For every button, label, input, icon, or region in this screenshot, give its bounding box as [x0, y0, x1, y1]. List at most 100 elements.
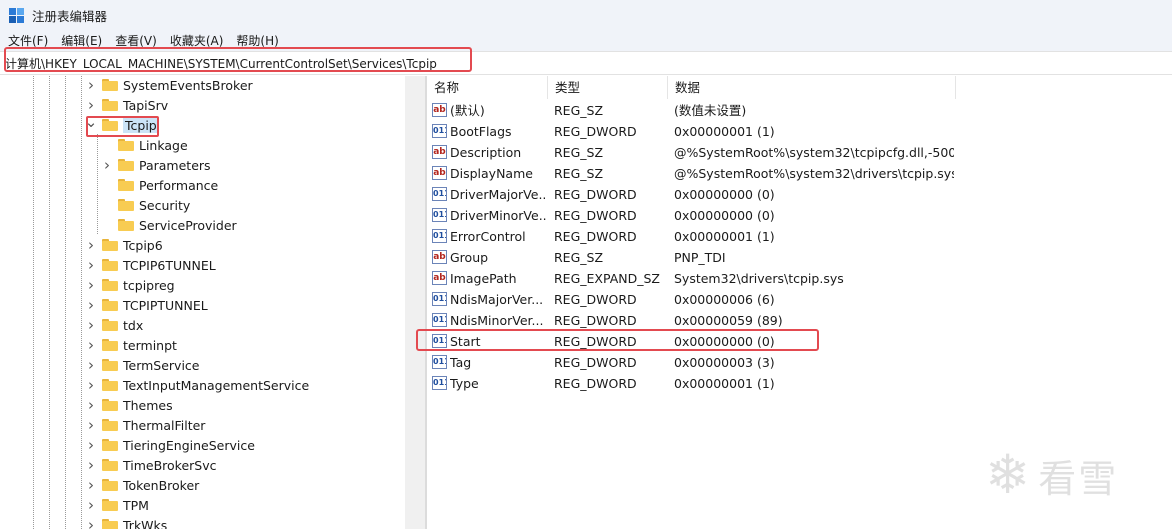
tree-item-label: Themes [123, 397, 173, 413]
watermark-text: 看雪 [1038, 456, 1119, 501]
tree-item-label: Performance [139, 177, 219, 193]
tree-item[interactable]: Linkage [108, 135, 188, 155]
key-tree-pane[interactable]: › SystemEventsBroker › TapiSrv ⌄ Tcpip Linkage… [0, 76, 405, 529]
value-name: Description [450, 145, 522, 160]
chevron-right-icon[interactable]: › [86, 515, 96, 529]
tree-item[interactable]: › Parameters [104, 155, 211, 175]
tree-guide-line [49, 76, 50, 529]
tree-item[interactable]: › TieringEngineService [88, 435, 255, 455]
value-row[interactable]: ab Description REG_SZ @%SystemRoot%\system3… [427, 142, 1172, 163]
value-row[interactable]: 011BootFlags REG_DWORD 0x00000001 (1) [427, 121, 1172, 142]
tree-item[interactable]: › TPM [88, 495, 149, 515]
value-row[interactable]: 011ErrorControl REG_DWORD 0x00000001 (1) [427, 226, 1172, 247]
chevron-right-icon[interactable]: › [86, 355, 96, 375]
value-row[interactable]: 011NdisMajorVer... REG_DWORD 0x00000006 (6… [427, 289, 1172, 310]
chevron-right-icon[interactable]: › [86, 335, 96, 355]
tree-item[interactable]: › Tcpip6 [88, 235, 163, 255]
tree-item[interactable]: › TCPIPTUNNEL [88, 295, 208, 315]
tree-item[interactable]: › tdx [88, 315, 143, 335]
chevron-right-icon[interactable]: › [86, 255, 96, 275]
value-name: (默认) [450, 103, 485, 118]
snowflake-icon: ❄ [985, 443, 1031, 506]
tree-item[interactable]: › TermService [88, 355, 200, 375]
chevron-right-icon[interactable]: › [102, 155, 112, 175]
tree-scrollbar[interactable] [405, 76, 425, 529]
chevron-right-icon[interactable]: › [86, 315, 96, 335]
tree-guide-line [65, 76, 66, 529]
value-row[interactable]: 011DriverMajorVe... REG_DWORD 0x00000000 (… [427, 184, 1172, 205]
folder-icon [102, 339, 118, 351]
tree-item-label: Security [139, 197, 191, 213]
address-highlight-box [4, 47, 472, 72]
value-name: DisplayName [450, 166, 533, 181]
value-data: 0x00000059 (89) [674, 313, 783, 328]
value-name: BootFlags [450, 124, 512, 139]
tree-item[interactable]: › Themes [88, 395, 173, 415]
tree-item[interactable]: › TrkWks [88, 515, 167, 529]
tree-item-label: TermService [123, 357, 200, 373]
chevron-right-icon[interactable]: › [86, 275, 96, 295]
value-row[interactable]: ab ImagePath REG_EXPAND_SZ System32\drivers… [427, 268, 1172, 289]
chevron-right-icon[interactable]: › [86, 435, 96, 455]
tree-item[interactable]: › TCPIP6TUNNEL [88, 255, 216, 275]
tree-item[interactable]: › TapiSrv [88, 95, 168, 115]
column-header-name[interactable]: 名称 [427, 76, 548, 99]
folder-icon [102, 299, 118, 311]
folder-icon [102, 519, 118, 529]
value-type: REG_DWORD [554, 313, 637, 328]
value-row[interactable]: ab Group REG_SZ PNP_TDI [427, 247, 1172, 268]
watermark-logo: ❄ 看雪 [985, 440, 1155, 510]
value-row[interactable]: 011Type REG_DWORD 0x00000001 (1) [427, 373, 1172, 394]
tree-item[interactable]: › SystemEventsBroker [88, 76, 253, 95]
folder-icon [102, 439, 118, 451]
folder-icon [102, 99, 118, 111]
chevron-right-icon[interactable]: › [86, 415, 96, 435]
tree-item[interactable]: › tcpipreg [88, 275, 175, 295]
value-data: 0x00000000 (0) [674, 187, 775, 202]
chevron-right-icon[interactable]: › [86, 495, 96, 515]
folder-icon [118, 159, 134, 171]
value-row[interactable]: ab (默认) REG_SZ (数值未设置) [427, 100, 1172, 121]
value-row[interactable]: ab DisplayName REG_SZ @%SystemRoot%\system3… [427, 163, 1172, 184]
value-type: REG_DWORD [554, 124, 637, 139]
window-title: 注册表编辑器 [32, 8, 108, 24]
tree-item[interactable]: › TokenBroker [88, 475, 199, 495]
chevron-right-icon[interactable]: › [86, 235, 96, 255]
value-row[interactable]: 011Tag REG_DWORD 0x00000003 (3) [427, 352, 1172, 373]
column-header-type[interactable]: 类型 [548, 76, 668, 99]
value-name: ErrorControl [450, 229, 526, 244]
tree-item[interactable]: Security [108, 195, 190, 215]
value-row[interactable]: 011DriverMinorVe... REG_DWORD 0x00000000 (… [427, 205, 1172, 226]
tree-item[interactable]: › TextInputManagementService [88, 375, 309, 395]
value-data: 0x00000001 (1) [674, 229, 775, 244]
chevron-right-icon[interactable]: › [86, 295, 96, 315]
tree-item[interactable]: › ThermalFilter [88, 415, 205, 435]
binary-value-icon: 011 [432, 208, 447, 222]
tree-item[interactable]: › terminpt [88, 335, 177, 355]
tree-item-label: TCPIP6TUNNEL [123, 257, 216, 273]
tree-guide-line [97, 134, 98, 234]
tree-item[interactable]: ServiceProvider [108, 215, 237, 235]
value-type: REG_DWORD [554, 187, 637, 202]
string-value-icon: ab [432, 166, 447, 180]
value-type: REG_SZ [554, 250, 604, 265]
chevron-right-icon[interactable]: › [86, 375, 96, 395]
chevron-right-icon[interactable]: › [86, 395, 96, 415]
chevron-right-icon[interactable]: › [86, 455, 96, 475]
folder-icon [118, 199, 134, 211]
chevron-right-icon[interactable]: › [86, 475, 96, 495]
value-type: REG_DWORD [554, 376, 637, 391]
value-row[interactable]: 011NdisMinorVer... REG_DWORD 0x00000059 (8… [427, 310, 1172, 331]
tree-item[interactable]: Performance [108, 175, 218, 195]
binary-value-icon: 011 [432, 355, 447, 369]
value-data: @%SystemRoot%\system32\tcpipcfg.dll,-500… [674, 145, 954, 160]
chevron-right-icon[interactable]: › [86, 76, 96, 95]
column-header-data[interactable]: 数据 [668, 76, 956, 99]
value-name: NdisMajorVer... [450, 292, 544, 307]
tree-item[interactable]: › TimeBrokerSvc [88, 455, 217, 475]
value-type: REG_DWORD [554, 208, 637, 223]
registry-editor-app-icon [9, 7, 24, 23]
value-data: 0x00000001 (1) [674, 376, 775, 391]
value-name: Tag [450, 355, 472, 370]
value-name: DriverMinorVe... [450, 208, 546, 223]
